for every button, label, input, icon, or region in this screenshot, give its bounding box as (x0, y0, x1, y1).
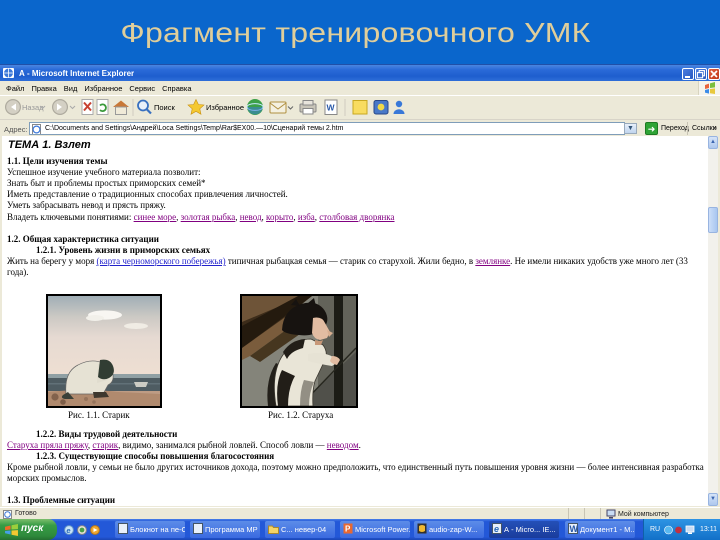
svg-text:e: e (494, 524, 499, 534)
svg-text:Избранное: Избранное (206, 103, 244, 112)
svg-text:W: W (327, 103, 336, 113)
svg-text:Поиск: Поиск (154, 103, 176, 112)
svg-text:P: P (345, 525, 351, 534)
svg-text:W: W (570, 524, 579, 534)
svg-text:e: e (66, 526, 70, 535)
